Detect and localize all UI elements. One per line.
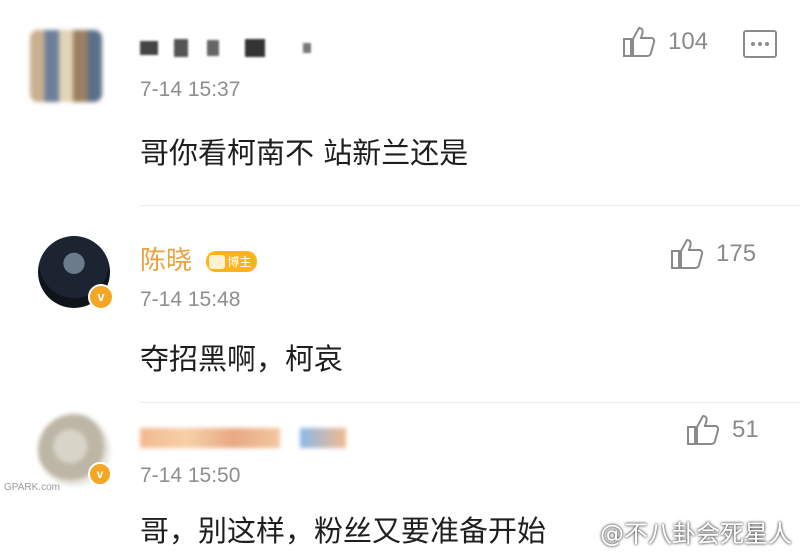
comment-text: 哥你看柯南不 站新兰还是 xyxy=(140,136,469,170)
crown-icon xyxy=(209,254,226,269)
commenter-name[interactable]: 陈晓 博主 xyxy=(140,240,258,277)
thumbs-up-icon xyxy=(623,26,656,57)
like-button[interactable]: 104 xyxy=(622,26,708,58)
commenter-name[interactable] xyxy=(140,32,319,62)
verified-v-icon: v xyxy=(88,462,112,486)
comment-text: 哥，别这样，粉丝又要准备开始 xyxy=(140,514,547,548)
like-button[interactable]: 175 xyxy=(670,238,756,270)
site-watermark: GPARK.com xyxy=(4,482,60,493)
verified-v-icon: v xyxy=(88,284,114,310)
comment-bubble-icon[interactable] xyxy=(743,30,777,58)
divider xyxy=(140,402,800,403)
divider xyxy=(140,205,800,206)
like-button[interactable]: 51 xyxy=(686,414,759,446)
commenter-avatar[interactable] xyxy=(30,30,102,102)
comment-time: 7-14 15:37 xyxy=(140,78,241,101)
like-count: 51 xyxy=(732,416,759,443)
like-count: 104 xyxy=(668,28,709,55)
author-watermark: @不八卦会死星人 xyxy=(600,520,792,548)
blogger-badge: 博主 xyxy=(206,251,258,272)
comment-time: 7-14 15:48 xyxy=(140,288,241,311)
commenter-name[interactable] xyxy=(140,422,355,452)
comment-text: 夺招黑啊，柯哀 xyxy=(140,342,344,376)
thumbs-up-icon xyxy=(687,414,720,445)
comment-time: 7-14 15:50 xyxy=(140,464,241,487)
like-count: 175 xyxy=(716,240,757,267)
thumbs-up-icon xyxy=(671,238,704,269)
